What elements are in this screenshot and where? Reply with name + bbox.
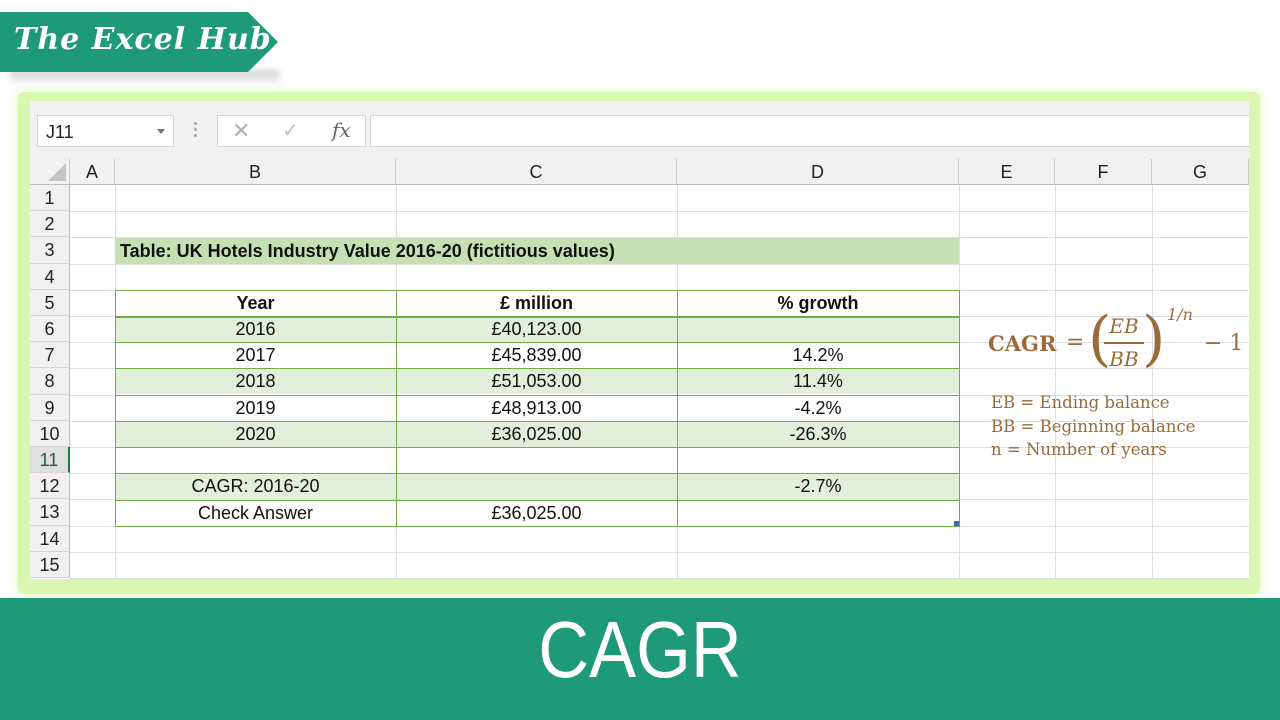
cagr-value[interactable]: -2.7% bbox=[677, 473, 959, 499]
row-header-5[interactable]: 5 bbox=[30, 289, 70, 316]
column-header-c[interactable]: C bbox=[396, 159, 677, 185]
right-paren: ) bbox=[1142, 304, 1166, 374]
formula-numerator: EB bbox=[1109, 314, 1139, 338]
name-box-value: J11 bbox=[46, 122, 74, 142]
column-header-a[interactable]: A bbox=[70, 159, 115, 185]
gridline-horizontal bbox=[70, 578, 1249, 579]
thumbnail: The Excel Hub J11 ✕ ✓ fx ABCDEFG 1234567… bbox=[0, 0, 1280, 720]
cell-growth[interactable]: 14.2% bbox=[677, 342, 959, 368]
check-value[interactable]: £36,025.00 bbox=[396, 500, 677, 526]
logo-text: The Excel Hub bbox=[14, 22, 272, 57]
formula-denominator: BB bbox=[1109, 347, 1139, 371]
logo-banner: The Excel Hub bbox=[0, 12, 278, 72]
row-header-13[interactable]: 13 bbox=[30, 499, 70, 526]
cell-year[interactable]: 2016 bbox=[115, 316, 396, 342]
column-header-d[interactable]: D bbox=[677, 159, 959, 185]
row-line bbox=[115, 447, 960, 448]
row-header-14[interactable]: 14 bbox=[30, 525, 70, 552]
legend-n: n = Number of years bbox=[991, 440, 1167, 459]
formula-input[interactable] bbox=[370, 115, 1249, 147]
formula-bar: J11 ✕ ✓ fx bbox=[30, 101, 1249, 157]
row-header-12[interactable]: 12 bbox=[30, 473, 70, 500]
formula-exponent: 1/n bbox=[1167, 305, 1193, 324]
logo-shadow bbox=[10, 70, 280, 86]
check-icon[interactable]: ✓ bbox=[282, 118, 299, 143]
cell-year[interactable]: 2019 bbox=[115, 395, 396, 421]
formula-minus-one: − 1 bbox=[1204, 331, 1244, 356]
cell-year[interactable]: 2018 bbox=[115, 368, 396, 394]
worksheet-grid[interactable]: ABCDEFG 1 2 3 4 5 6 7 8 9 10 11 12 13 14 15 Table: UK … bbox=[30, 159, 1249, 579]
legend-bb: BB = Beginning balance bbox=[991, 417, 1196, 436]
row-header-1[interactable]: 1 bbox=[30, 185, 70, 212]
formula-lhs: CAGR bbox=[988, 331, 1057, 356]
row-header-7[interactable]: 7 bbox=[30, 342, 70, 369]
cell-value[interactable]: £36,025.00 bbox=[396, 421, 677, 447]
excel-window: J11 ✕ ✓ fx ABCDEFG 1 2 3 4 5 6 7 8 9 10 11 12 13 14 15… bbox=[30, 101, 1249, 579]
cell-value[interactable]: £48,913.00 bbox=[396, 395, 677, 421]
chevron-down-icon[interactable] bbox=[157, 129, 165, 134]
row-header-6[interactable]: 6 bbox=[30, 316, 70, 343]
video-title: CAGR bbox=[538, 605, 742, 694]
fraction-bar bbox=[1104, 342, 1144, 344]
gridline-vertical bbox=[1152, 185, 1153, 579]
formula-equals: = bbox=[1066, 330, 1085, 355]
fill-handle[interactable] bbox=[954, 521, 959, 526]
cell-value[interactable]: £40,123.00 bbox=[396, 316, 677, 342]
formula-buttons: ✕ ✓ fx bbox=[217, 115, 366, 147]
row-header-8[interactable]: 8 bbox=[30, 368, 70, 395]
column-header-f[interactable]: F bbox=[1055, 159, 1152, 185]
title-band: CAGR bbox=[0, 598, 1280, 720]
cell-value[interactable]: £45,839.00 bbox=[396, 342, 677, 368]
row-header-9[interactable]: 9 bbox=[30, 394, 70, 421]
select-all-triangle-icon bbox=[48, 163, 66, 181]
row-header-2[interactable]: 2 bbox=[30, 211, 70, 238]
legend-eb: EB = Ending balance bbox=[991, 393, 1170, 412]
column-header-b[interactable]: B bbox=[115, 159, 396, 185]
cell-year[interactable]: 2017 bbox=[115, 342, 396, 368]
row-header-15[interactable]: 15 bbox=[30, 551, 70, 578]
name-box[interactable]: J11 bbox=[37, 115, 174, 147]
column-header-g[interactable]: G bbox=[1152, 159, 1249, 185]
cell-growth[interactable]: -26.3% bbox=[677, 421, 959, 447]
gridline-vertical bbox=[1055, 185, 1056, 579]
gridline-horizontal bbox=[70, 551, 1249, 553]
cell-growth[interactable]: -4.2% bbox=[677, 395, 959, 421]
row-header-4[interactable]: 4 bbox=[30, 263, 70, 290]
row-header-10[interactable]: 10 bbox=[30, 420, 70, 447]
table-title[interactable]: Table: UK Hotels Industry Value 2016-20 … bbox=[120, 238, 615, 264]
check-label[interactable]: Check Answer bbox=[115, 500, 396, 526]
cancel-icon[interactable]: ✕ bbox=[232, 118, 250, 144]
row-header-11[interactable]: 11 bbox=[30, 447, 70, 474]
header-value[interactable]: £ million bbox=[396, 290, 677, 316]
gridline-horizontal bbox=[70, 211, 1249, 213]
insert-function-icon[interactable]: fx bbox=[332, 118, 351, 142]
cell-growth[interactable]: 11.4% bbox=[677, 368, 959, 394]
drag-handle-icon[interactable] bbox=[194, 122, 198, 140]
cell-year[interactable]: 2020 bbox=[115, 421, 396, 447]
row-header-3[interactable]: 3 bbox=[30, 237, 70, 264]
header-growth[interactable]: % growth bbox=[677, 290, 959, 316]
cell-value[interactable]: £51,053.00 bbox=[396, 368, 677, 394]
select-all-button[interactable] bbox=[30, 159, 70, 185]
column-header-e[interactable]: E bbox=[959, 159, 1055, 185]
header-year[interactable]: Year bbox=[115, 290, 396, 316]
cagr-label[interactable]: CAGR: 2016-20 bbox=[115, 473, 396, 499]
